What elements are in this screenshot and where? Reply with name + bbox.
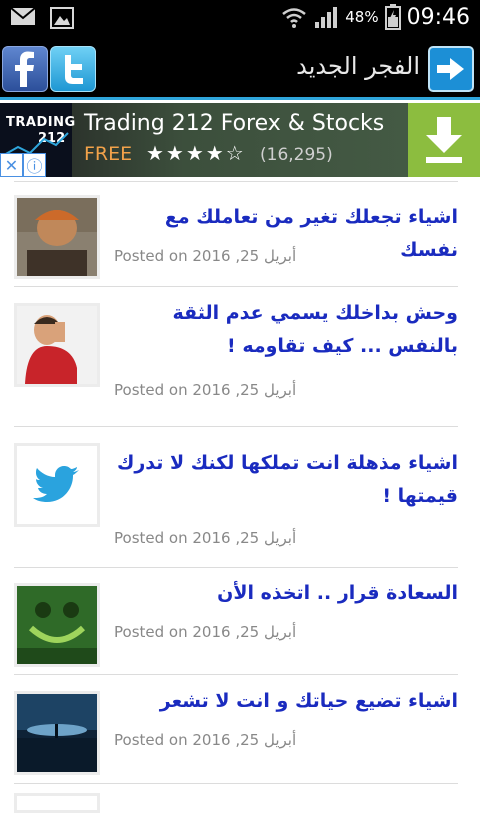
twitter-bird-icon: [17, 446, 97, 524]
post-thumbnail: [14, 691, 100, 775]
status-bar: 48% 09:46: [0, 0, 480, 38]
thumbnail-image: [17, 694, 97, 772]
app-title: الفجر الجديد: [296, 52, 420, 80]
post-thumbnail: [14, 195, 100, 279]
share-button[interactable]: [428, 46, 474, 92]
thumbnail-image: [17, 198, 97, 276]
post-thumbnail: [14, 583, 100, 667]
post-thumbnail: [14, 303, 100, 387]
post-date: Posted on أبريل 25, 2016: [114, 623, 297, 641]
post-title[interactable]: اشياء تضيع حياتك و انت لا تشعر: [112, 685, 458, 718]
divider: [14, 783, 458, 784]
facebook-icon: [15, 51, 34, 87]
ad-rating-stars: ★★★★☆: [146, 141, 246, 165]
post-thumbnail: [14, 443, 100, 527]
ad-close-controls[interactable]: ✕ ⓘ: [0, 153, 46, 177]
divider: [14, 674, 458, 675]
ad-title: Trading 212 Forex & Stocks: [84, 111, 385, 136]
ad-price: FREE: [84, 143, 133, 165]
divider: [14, 286, 458, 287]
thumbnail-image: [17, 586, 97, 664]
battery-percentage: 48%: [345, 8, 379, 26]
post-title[interactable]: السعادة قرار .. اتخذه الأن: [112, 577, 458, 610]
battery-icon: [384, 4, 401, 30]
divider: [14, 567, 458, 568]
facebook-button[interactable]: [2, 46, 48, 92]
ad-rating-count: (16,295): [260, 145, 333, 165]
post-date: Posted on أبريل 25, 2016: [114, 247, 297, 265]
post-date: Posted on أبريل 25, 2016: [114, 381, 297, 399]
ad-info-icon[interactable]: ⓘ: [23, 153, 46, 177]
thumbnail-image: [17, 306, 97, 384]
app-header: الفجر الجديد: [0, 38, 480, 100]
signal-icon: [315, 7, 338, 28]
twitter-button[interactable]: [50, 46, 96, 92]
ad-banner[interactable]: TRADING 212 Trading 212 Forex & Stocks F…: [0, 103, 480, 177]
clock: 09:46: [406, 4, 470, 30]
mail-icon: [10, 7, 36, 25]
post-date: Posted on أبريل 25, 2016: [114, 529, 297, 547]
divider: [14, 426, 458, 427]
ad-close-icon[interactable]: ✕: [0, 153, 23, 177]
gallery-icon: [50, 7, 74, 29]
download-icon: [426, 117, 462, 163]
post-date: Posted on أبريل 25, 2016: [114, 731, 297, 749]
share-arrow-icon: [437, 58, 464, 80]
ad-download-button[interactable]: [408, 103, 480, 177]
post-title[interactable]: اشياء مذهلة انت تملكها لكنك لا تدرك قيمت…: [112, 447, 458, 513]
twitter-icon: [65, 55, 83, 84]
wifi-icon: [282, 8, 307, 28]
divider: [14, 181, 458, 182]
post-title[interactable]: وحش بداخلك يسمي عدم الثقة بالنفس ... كيف…: [112, 297, 459, 363]
post-thumbnail: [14, 793, 100, 813]
